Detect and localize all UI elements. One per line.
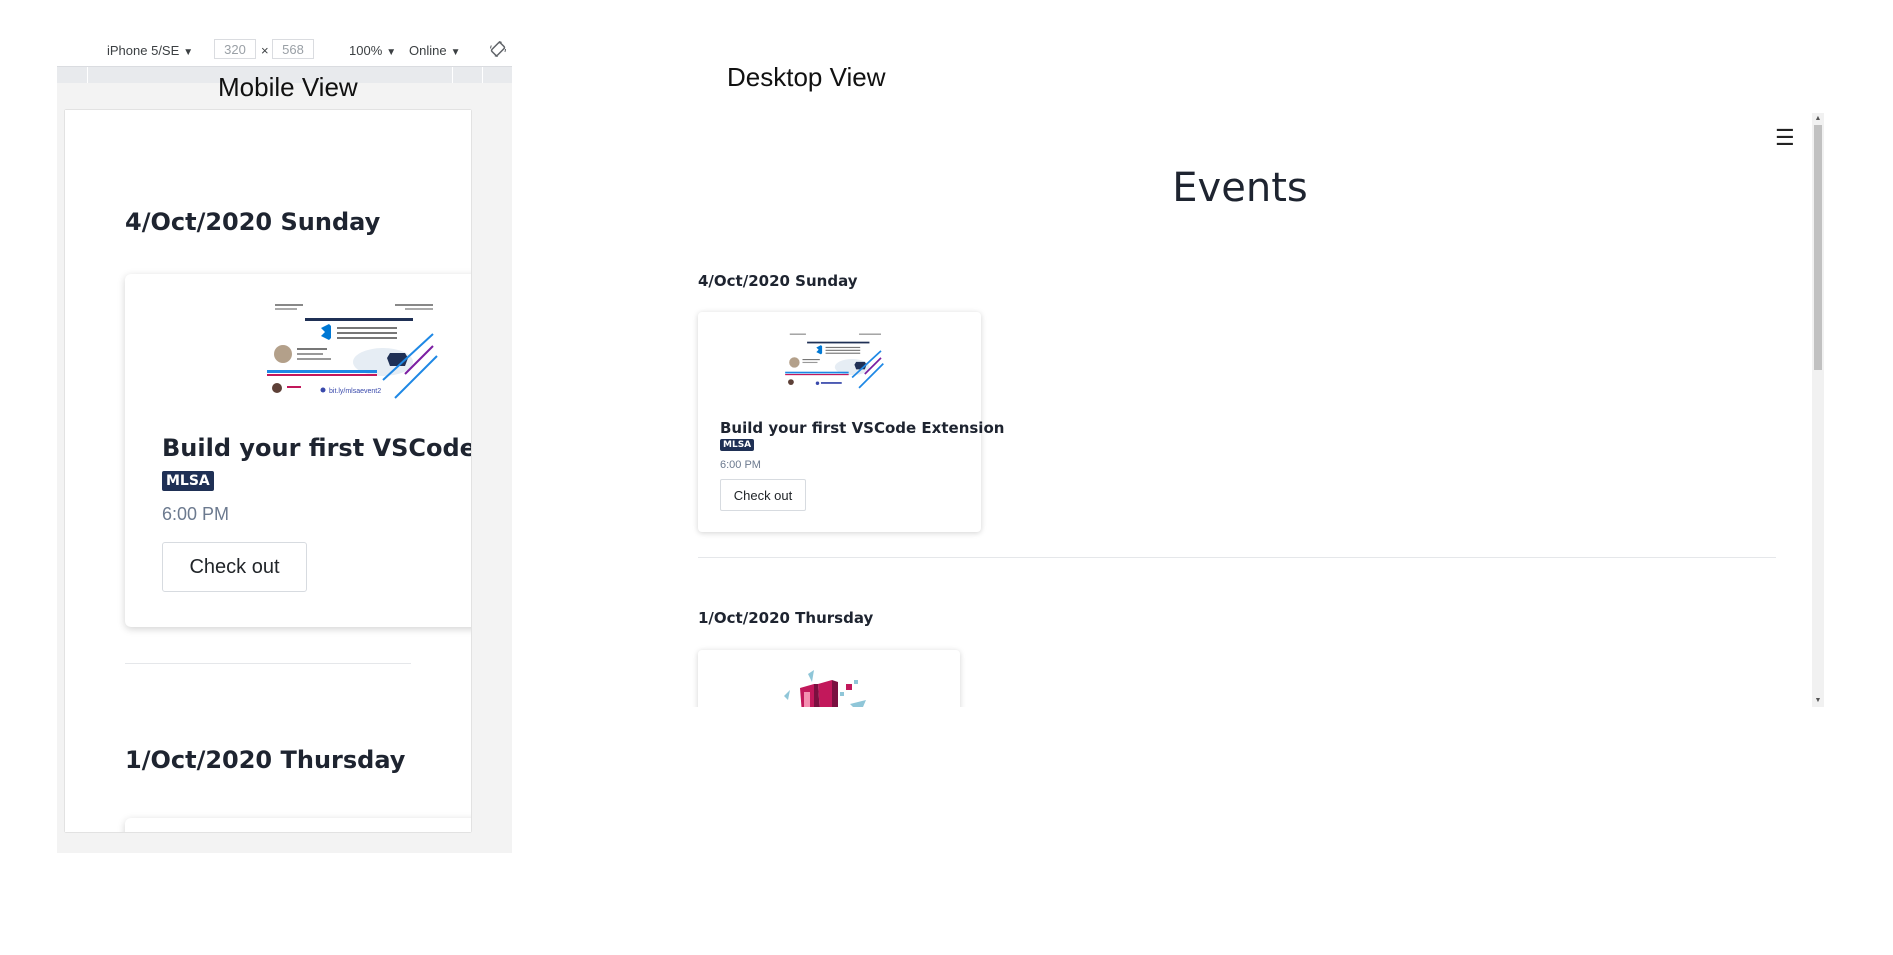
event-title: Build your first VSCode Extension — [162, 434, 471, 462]
event-date-heading: 1/Oct/2020 Thursday — [125, 746, 406, 774]
rotate-icon-svg — [490, 41, 506, 57]
event-badge: MLSA — [162, 471, 214, 491]
height-input[interactable]: 568 — [272, 39, 314, 59]
check-out-button[interactable]: Check out — [720, 479, 806, 511]
section-divider — [698, 557, 1776, 558]
event-card: Build your first VSCode Extension MLSA 6… — [698, 312, 1004, 532]
vertical-scrollbar[interactable]: ▲ ▼ — [1812, 113, 1824, 707]
event-date-heading: 1/Oct/2020 Thursday — [698, 609, 874, 627]
width-input[interactable]: 320 — [214, 39, 256, 59]
event-poster-image — [784, 328, 896, 390]
throttle-select[interactable]: Online ▼ — [409, 43, 460, 58]
event-date-heading: 4/Oct/2020 Sunday — [125, 208, 381, 236]
device-select-label: iPhone 5/SE — [107, 43, 180, 58]
event-date-heading: 4/Oct/2020 Sunday — [698, 272, 858, 290]
chevron-down-icon: ▼ — [183, 47, 194, 58]
event-time: 6:00 PM — [162, 504, 230, 524]
rotate-icon[interactable] — [489, 40, 507, 61]
section-divider — [125, 663, 411, 664]
desktop-view-label: Desktop View — [727, 62, 886, 92]
device-toolbar: iPhone 5/SE ▼ 320 × 568 100% ▼ Online ▼ — [57, 36, 512, 67]
check-out-button[interactable]: Check out — [162, 542, 307, 592]
throttle-select-label: Online — [409, 43, 447, 58]
event-poster-image — [784, 670, 866, 707]
scroll-down-icon[interactable]: ▼ — [1812, 695, 1824, 707]
event-card: bit.ly/mlsaevent2 Build your first VSCod… — [125, 274, 471, 627]
event-badge: MLSA — [720, 439, 755, 451]
event-poster-image: bit.ly/mlsaevent2 — [265, 296, 459, 400]
device-select[interactable]: iPhone 5/SE ▼ — [107, 43, 193, 58]
chevron-down-icon: ▼ — [386, 47, 397, 58]
desktop-page: ☰ Events 4/Oct/2020 Sunday Build your fi… — [690, 113, 1824, 707]
mobile-page: 4/Oct/2020 Sunday bit.ly/mlsaevent2 Buil… — [65, 110, 471, 832]
zoom-select[interactable]: 100% ▼ — [349, 43, 396, 58]
page-title: Events — [1172, 165, 1308, 211]
mobile-view-label: Mobile View — [218, 72, 358, 102]
zoom-select-label: 100% — [349, 43, 383, 58]
event-card — [698, 650, 960, 707]
event-title: Build your first VSCode Extension — [720, 419, 1005, 437]
svg-text:bit.ly/mlsaevent2: bit.ly/mlsaevent2 — [329, 388, 381, 395]
times-separator: × — [261, 43, 269, 58]
chevron-down-icon: ▼ — [450, 47, 461, 58]
event-card — [125, 818, 471, 832]
hamburger-menu-icon[interactable]: ☰ — [1775, 125, 1795, 151]
scrollbar-thumb[interactable] — [1814, 125, 1822, 370]
event-time: 6:00 PM — [720, 459, 761, 471]
scroll-up-icon[interactable]: ▲ — [1812, 113, 1824, 125]
